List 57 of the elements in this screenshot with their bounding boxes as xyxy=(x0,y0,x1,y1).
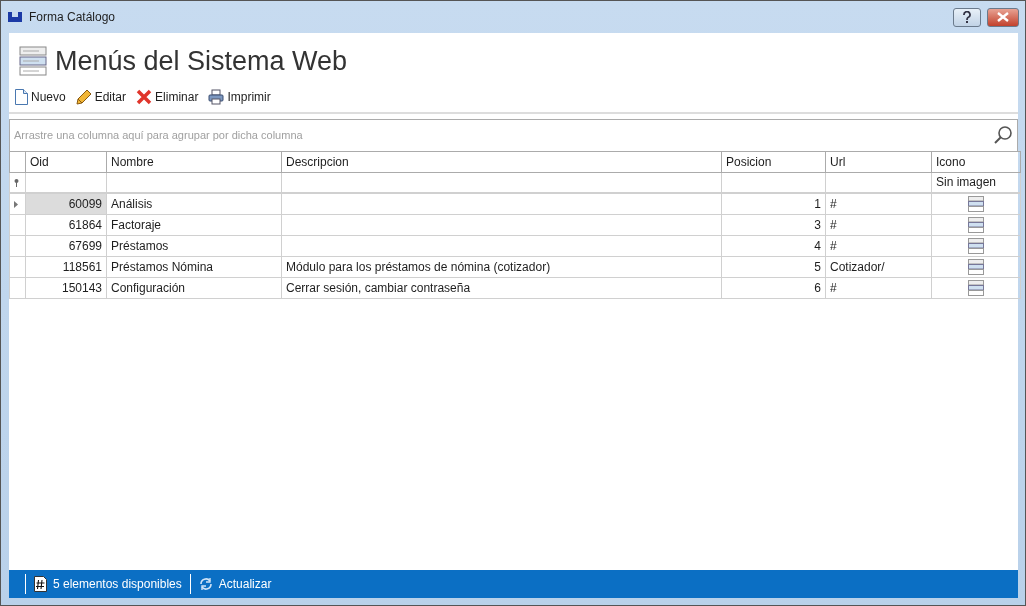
table-cell: 1 xyxy=(721,193,826,214)
edit-button[interactable]: Editar xyxy=(75,87,127,106)
close-button[interactable] xyxy=(987,7,1019,27)
new-button[interactable]: Nuevo xyxy=(15,87,66,106)
page-title: Menús del Sistema Web xyxy=(55,45,348,78)
column-header[interactable]: Icono xyxy=(931,151,1021,172)
pin-icon[interactable] xyxy=(14,179,19,188)
table-cell: Préstamos Nómina xyxy=(106,256,282,277)
search-icon[interactable] xyxy=(993,124,1013,145)
document-hash-icon xyxy=(34,576,47,592)
group-by-field[interactable]: Arrastre una columna aquí para agrupar por dicha columna xyxy=(9,118,1018,151)
table-cell: 61864 xyxy=(25,214,107,235)
table-cell: # xyxy=(825,214,932,235)
print-button[interactable]: Imprimir xyxy=(208,87,271,106)
help-icon xyxy=(962,11,972,23)
help-button[interactable] xyxy=(953,7,981,27)
refresh-icon xyxy=(198,577,213,591)
menu-list-icon xyxy=(19,46,47,77)
item-count: 5 elementos disponibles xyxy=(53,576,182,593)
table-cell: Módulo para los préstamos de nómina (cotizador) xyxy=(281,256,722,277)
column-header[interactable]: Nombre xyxy=(106,151,282,172)
table-cell: Configuración xyxy=(106,277,282,298)
table-cell: Análisis xyxy=(106,193,282,214)
printer-icon xyxy=(208,88,225,105)
row-pointer-icon xyxy=(14,201,18,209)
table-cell: # xyxy=(825,235,932,256)
table-cell: # xyxy=(825,193,932,214)
table-cell: 67699 xyxy=(25,235,107,256)
column-header[interactable]: Url xyxy=(825,151,932,172)
cross-icon xyxy=(136,88,153,105)
menu-list-icon xyxy=(968,258,984,275)
menu-list-icon xyxy=(968,216,984,233)
menu-list-icon xyxy=(968,279,984,296)
table-cell: Cotizador/ xyxy=(825,256,932,277)
table-cell: # xyxy=(825,277,932,298)
filter-cell[interactable]: Sin imagen xyxy=(931,172,1021,193)
delete-button[interactable]: Eliminar xyxy=(136,87,199,106)
table-cell: 118561 xyxy=(25,256,107,277)
column-header[interactable]: Posicion xyxy=(721,151,826,172)
pencil-icon xyxy=(75,88,92,105)
menu-list-icon xyxy=(968,237,984,254)
table-cell: Préstamos xyxy=(106,235,282,256)
window-title: Forma Catálogo xyxy=(29,9,116,26)
table-cell: 4 xyxy=(721,235,826,256)
table-cell: 6 xyxy=(721,277,826,298)
table-cell: Factoraje xyxy=(106,214,282,235)
close-icon xyxy=(997,12,1009,22)
app-icon xyxy=(7,11,23,23)
refresh-button[interactable]: Actualizar xyxy=(190,575,280,593)
table-cell: 150143 xyxy=(25,277,107,298)
document-icon xyxy=(15,88,28,105)
table-cell: Cerrar sesión, cambiar contraseña xyxy=(281,277,722,298)
table-cell: 5 xyxy=(721,256,826,277)
column-header[interactable]: Oid xyxy=(25,151,107,172)
table-cell: 3 xyxy=(721,214,826,235)
column-header[interactable]: Descripcion xyxy=(281,151,722,172)
menu-list-icon xyxy=(968,195,984,212)
